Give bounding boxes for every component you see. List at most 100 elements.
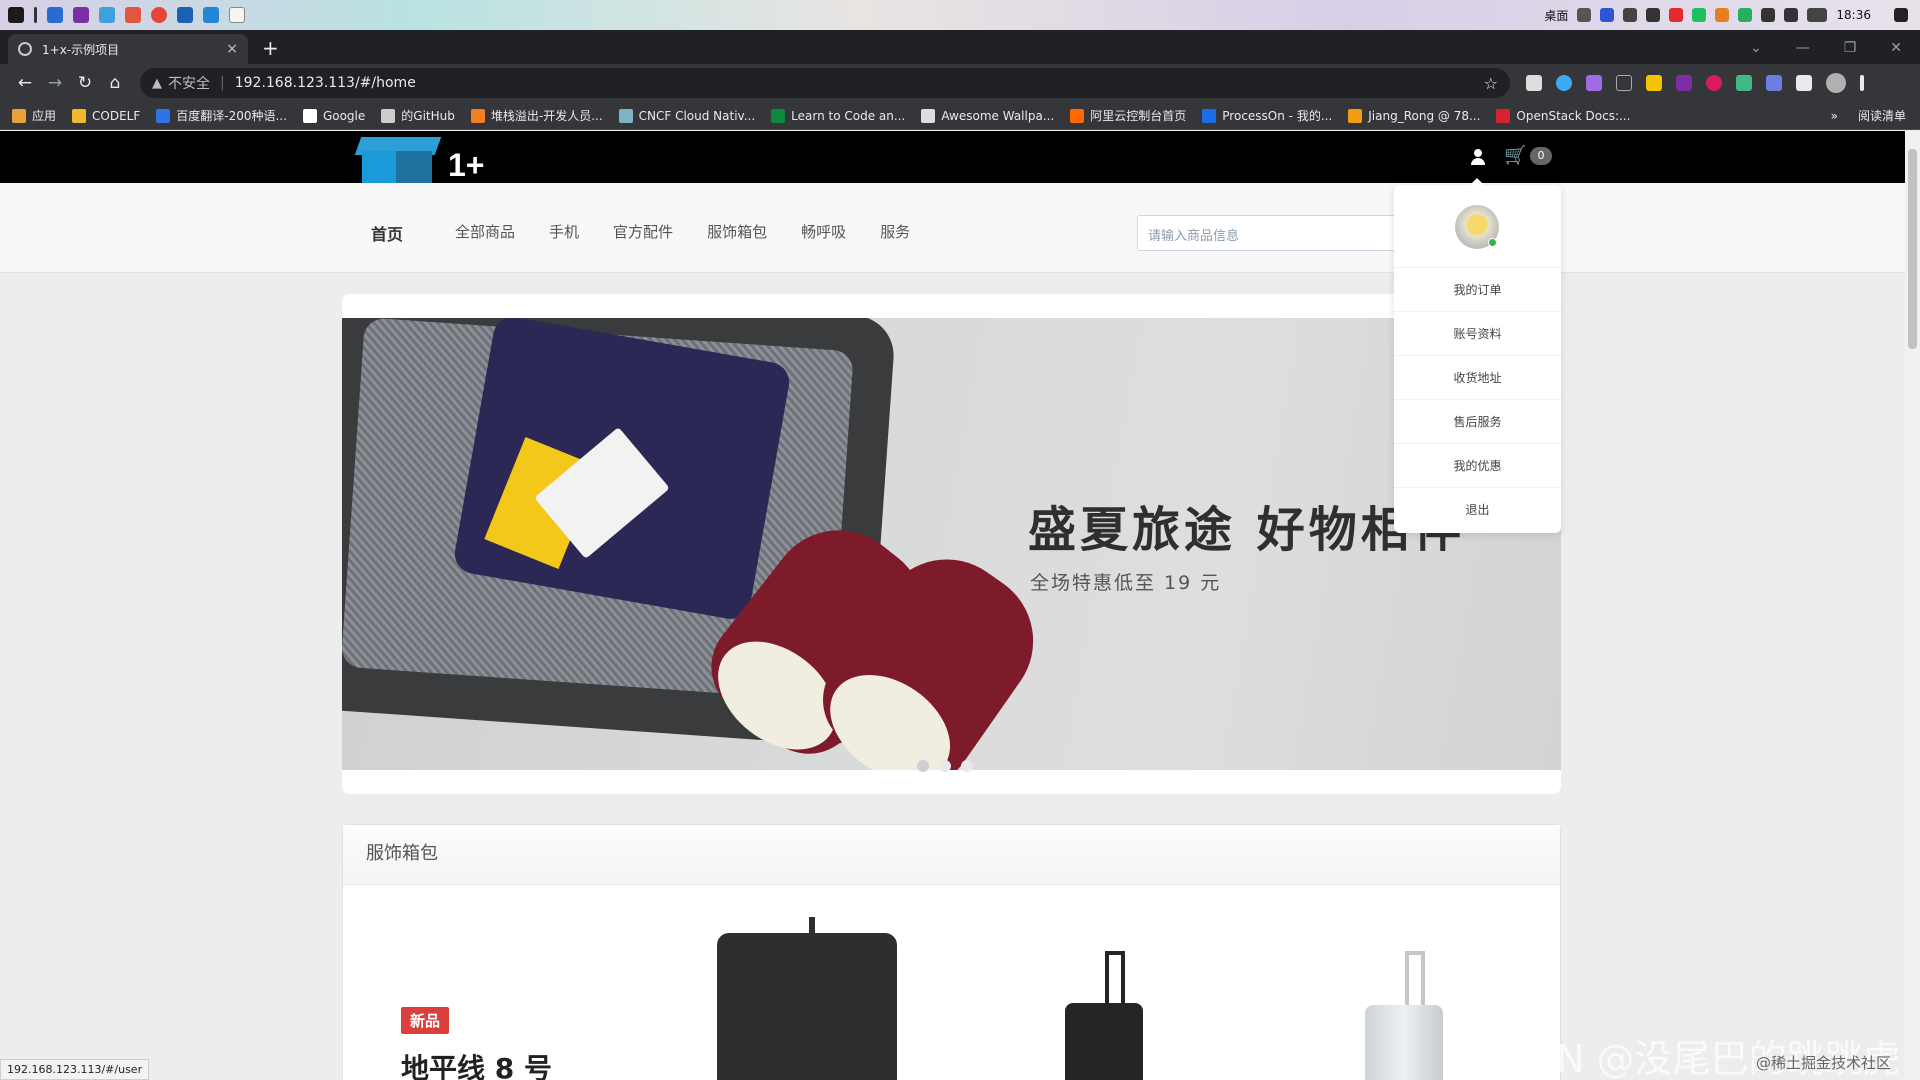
reload-icon[interactable]: ↻ bbox=[70, 73, 100, 93]
tray-icon-3[interactable] bbox=[1623, 8, 1638, 22]
nav-breathe[interactable]: 畅呼吸 bbox=[801, 221, 846, 245]
profile-avatar-icon[interactable] bbox=[1826, 73, 1846, 93]
close-tab-icon[interactable]: × bbox=[226, 41, 238, 57]
nav-accessories[interactable]: 官方配件 bbox=[613, 221, 673, 245]
nav-services[interactable]: 服务 bbox=[880, 221, 910, 245]
luggage-image[interactable] bbox=[717, 933, 897, 1080]
tray-icon-4[interactable] bbox=[1646, 8, 1661, 22]
nav-all-products[interactable]: 全部商品 bbox=[455, 221, 515, 245]
windows-start-icon[interactable] bbox=[8, 7, 24, 23]
bookmark-item[interactable]: Learn to Code an... bbox=[771, 108, 905, 123]
menu-logout[interactable]: 退出 bbox=[1394, 487, 1561, 531]
url-text[interactable]: 192.168.123.113/#/home bbox=[235, 75, 416, 91]
scrollbar-thumb[interactable] bbox=[1908, 149, 1917, 349]
volume-icon[interactable] bbox=[1784, 8, 1799, 22]
category-section: 服饰箱包 新品 地平线 8 号 bbox=[342, 824, 1561, 1080]
taskview-icon[interactable] bbox=[34, 7, 37, 23]
tray-icon-7[interactable] bbox=[1715, 8, 1730, 22]
bookmark-item[interactable]: 堆栈溢出-开发人员... bbox=[470, 107, 603, 124]
bookmark-item[interactable]: CNCF Cloud Nativ... bbox=[618, 108, 755, 123]
extension-icon-4[interactable] bbox=[1616, 75, 1632, 91]
extension-icon-1[interactable] bbox=[1526, 75, 1542, 91]
cart-count-badge[interactable]: 0 bbox=[1530, 147, 1552, 165]
carousel-dot[interactable] bbox=[961, 760, 973, 772]
page-scrollbar[interactable] bbox=[1905, 131, 1920, 1080]
app-icon-4[interactable] bbox=[125, 7, 141, 23]
bookmark-item[interactable]: Google bbox=[302, 108, 365, 123]
bookmark-item[interactable]: CODELF bbox=[72, 108, 140, 123]
shield-icon[interactable] bbox=[1600, 8, 1615, 22]
typora-icon[interactable] bbox=[229, 7, 245, 23]
mail-icon[interactable] bbox=[177, 7, 193, 23]
tray-icon-1[interactable] bbox=[1577, 8, 1592, 22]
tab-search-icon[interactable]: ⌄ bbox=[1750, 40, 1762, 56]
address-bar[interactable]: ▲ 不安全 | 192.168.123.113/#/home ☆ bbox=[140, 68, 1510, 98]
bookmark-item[interactable]: OpenStack Docs:... bbox=[1496, 108, 1630, 123]
wifi-icon[interactable] bbox=[1761, 8, 1776, 22]
home-icon[interactable]: ⌂ bbox=[100, 73, 130, 93]
app-icon-1[interactable] bbox=[47, 7, 63, 23]
nav-phones[interactable]: 手机 bbox=[549, 221, 579, 245]
carousel-dot[interactable] bbox=[917, 760, 929, 772]
notification-icon[interactable] bbox=[1894, 8, 1908, 22]
luggage-image[interactable] bbox=[1365, 1005, 1443, 1080]
extension-icon-5[interactable] bbox=[1646, 75, 1662, 91]
security-label[interactable]: 不安全 bbox=[168, 73, 210, 93]
new-tab-button[interactable]: + bbox=[262, 36, 279, 60]
tray-icon-6[interactable] bbox=[1692, 8, 1707, 22]
extension-icon-3[interactable] bbox=[1586, 75, 1602, 91]
browser-tab-strip: 1+x-示例项目 × + ⌄ — ❐ ✕ bbox=[0, 30, 1920, 64]
menu-account-info[interactable]: 账号资料 bbox=[1394, 311, 1561, 355]
desktop-label[interactable]: 桌面 bbox=[1544, 7, 1568, 24]
menu-after-sales[interactable]: 售后服务 bbox=[1394, 399, 1561, 443]
site-header: 1+ 🛒 0 bbox=[0, 131, 1905, 191]
extension-icon-2[interactable] bbox=[1556, 75, 1572, 91]
luggage-image[interactable] bbox=[1065, 1003, 1143, 1080]
search-input[interactable]: 请输入商品信息 bbox=[1137, 215, 1397, 251]
extension-icon-9[interactable] bbox=[1766, 75, 1782, 91]
extensions-puzzle-icon[interactable] bbox=[1796, 75, 1812, 91]
close-window-icon[interactable]: ✕ bbox=[1890, 40, 1902, 56]
keyboard-icon[interactable] bbox=[1807, 8, 1828, 22]
clock[interactable]: 18:36 bbox=[1836, 8, 1871, 22]
tray-icon-8[interactable] bbox=[1738, 8, 1753, 22]
app-icon-3[interactable] bbox=[99, 7, 115, 23]
bookmark-item[interactable]: 百度翻译-200种语... bbox=[156, 107, 287, 124]
bookmark-item[interactable]: 应用 bbox=[12, 107, 56, 124]
menu-shipping-address[interactable]: 收货地址 bbox=[1394, 355, 1561, 399]
avatar[interactable] bbox=[1455, 205, 1499, 249]
menu-my-coupons[interactable]: 我的优惠 bbox=[1394, 443, 1561, 487]
nav-home[interactable]: 首页 bbox=[371, 221, 403, 245]
forward-icon[interactable]: → bbox=[40, 73, 70, 93]
vscode-icon[interactable] bbox=[203, 7, 219, 23]
browser-menu-icon[interactable] bbox=[1860, 75, 1864, 91]
product-title[interactable]: 地平线 8 号 bbox=[401, 1047, 552, 1080]
warning-icon[interactable]: ▲ bbox=[152, 76, 162, 91]
bookmark-favicon-icon bbox=[12, 108, 26, 123]
bookmark-star-icon[interactable]: ☆ bbox=[1484, 74, 1498, 93]
minimize-icon[interactable]: — bbox=[1796, 40, 1810, 56]
bookmark-item[interactable]: ProcessOn - 我的... bbox=[1202, 107, 1332, 124]
tab-active[interactable]: 1+x-示例项目 × bbox=[8, 34, 248, 64]
bookmark-favicon-icon bbox=[302, 108, 317, 123]
tray-icon-5[interactable] bbox=[1669, 8, 1684, 22]
user-icon[interactable] bbox=[1470, 149, 1486, 165]
bookmark-item[interactable]: Jiang_Rong @ 78... bbox=[1348, 108, 1480, 123]
bookmark-item[interactable]: 的GitHub bbox=[381, 107, 455, 124]
onenote-icon[interactable] bbox=[73, 7, 89, 23]
vue-devtools-icon[interactable] bbox=[1736, 75, 1752, 91]
restore-icon[interactable]: ❐ bbox=[1844, 40, 1857, 56]
extension-icon-6[interactable] bbox=[1676, 75, 1692, 91]
more-bookmarks-button[interactable]: » bbox=[1831, 109, 1838, 123]
nav-apparel-bags[interactable]: 服饰箱包 bbox=[707, 221, 767, 245]
carousel-dot[interactable] bbox=[939, 760, 951, 772]
chrome-icon[interactable] bbox=[151, 7, 167, 23]
carousel-banner[interactable]: 盛夏旅途 好物相伴 全场特惠低至 19 元 bbox=[342, 318, 1561, 770]
bookmark-item[interactable]: 阿里云控制台首页 bbox=[1070, 107, 1186, 124]
bookmark-item[interactable]: Awesome Wallpa... bbox=[921, 108, 1054, 123]
reading-list-button[interactable]: 阅读清单 bbox=[1858, 107, 1906, 124]
back-icon[interactable]: ← bbox=[10, 73, 40, 93]
menu-my-orders[interactable]: 我的订单 bbox=[1394, 267, 1561, 311]
cart-icon[interactable]: 🛒 bbox=[1504, 145, 1526, 166]
adblock-icon[interactable] bbox=[1706, 75, 1722, 91]
